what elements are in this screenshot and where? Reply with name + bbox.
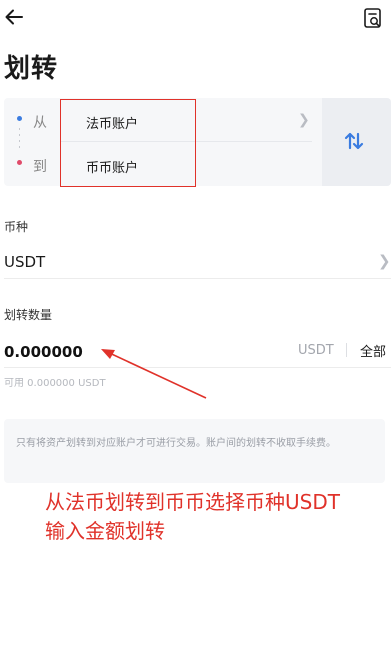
page-title: 划转 [4, 54, 59, 84]
amount-unit: USDT [298, 343, 334, 358]
divider [4, 278, 391, 279]
divider [4, 367, 391, 368]
transfer-records-icon[interactable] [362, 6, 384, 30]
coin-label: 币种 [4, 220, 29, 234]
back-arrow-icon[interactable] [3, 6, 25, 28]
amount-label: 划转数量 [4, 308, 53, 322]
notice-box: 只有将资产划转到对应账户才可进行交易。账户间的划转不收取手续费。 [4, 419, 385, 483]
from-dot [17, 116, 22, 121]
connector-dot [19, 140, 20, 142]
chevron-right-icon[interactable]: ❯ [378, 252, 391, 270]
swap-arrows-icon[interactable] [339, 126, 369, 156]
unit-divider [346, 343, 347, 357]
top-bar [0, 0, 391, 40]
connector-dot [19, 128, 20, 130]
coin-select[interactable]: USDT [4, 253, 45, 271]
annotation-line: 输入金额划转 [45, 519, 165, 543]
chevron-right-icon[interactable]: ❯ [298, 112, 310, 128]
annotation-text: 从法币划转到币币选择币种USDT 输入金额划转 [45, 488, 391, 546]
amount-input[interactable] [4, 340, 274, 364]
annotation-line: 从法币划转到币币选择币种USDT [45, 490, 340, 514]
to-dot [17, 160, 22, 165]
connector-dot [19, 134, 20, 136]
notice-text: 只有将资产划转到对应账户才可进行交易。账户间的划转不收取手续费。 [16, 438, 336, 449]
annotation-highlight-box [60, 99, 196, 187]
to-label: 到 [33, 159, 47, 175]
connector-dot [19, 146, 20, 148]
from-label: 从 [33, 115, 47, 131]
swap-panel [322, 98, 391, 186]
max-button[interactable]: 全部 [360, 341, 386, 360]
available-balance: 可用 0.000000 USDT [4, 378, 106, 389]
